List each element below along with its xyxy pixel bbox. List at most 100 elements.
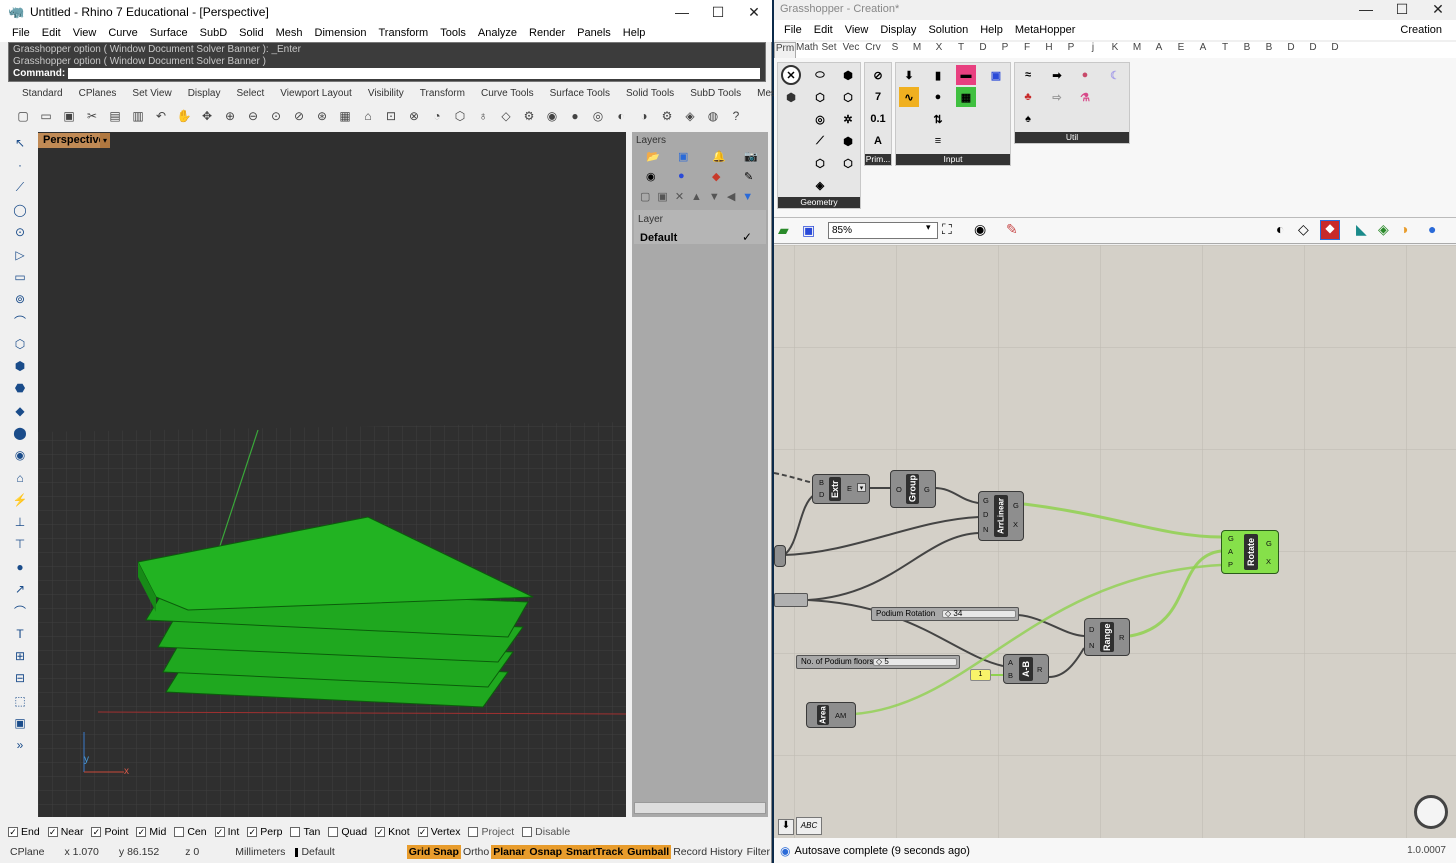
gh-menu-item-file[interactable]: File — [778, 24, 808, 36]
preview-eye-icon[interactable]: ◉ — [974, 221, 986, 238]
port-in-g[interactable]: G — [983, 496, 989, 505]
menu-item-help[interactable]: Help — [617, 27, 652, 39]
sphere-shaded-icon[interactable]: ● — [564, 106, 586, 126]
render-settings-icon[interactable]: ⚙ — [518, 106, 540, 126]
save-data-icon[interactable]: ▣ — [986, 65, 1006, 85]
left-more-icon[interactable]: » — [9, 734, 31, 756]
param-point-icon[interactable]: ✕ — [781, 65, 801, 85]
gh-menu-item-metahopper[interactable]: MetaHopper — [1009, 24, 1082, 36]
gh-tab-11[interactable]: F — [1016, 42, 1038, 58]
status-pane-planar[interactable]: Planar — [491, 845, 528, 859]
help-icon[interactable]: ? — [725, 106, 747, 126]
gh-menu-item-help[interactable]: Help — [974, 24, 1009, 36]
perspective-viewport[interactable]: y x — [38, 132, 626, 817]
toolbar-tab-subd-tools[interactable]: SubD Tools — [682, 88, 749, 102]
port-in-b[interactable]: B — [1008, 671, 1013, 680]
gh-tab-17[interactable]: A — [1148, 42, 1170, 58]
filter-icon[interactable]: ▼ — [742, 191, 760, 203]
port-in-n[interactable]: N — [1089, 641, 1094, 650]
gh-close-button[interactable]: ✕ — [1420, 1, 1456, 18]
left-polygon-icon[interactable]: ▷ — [9, 243, 31, 265]
panel-icon[interactable]: ⬇ — [899, 65, 919, 85]
save-file-icon[interactable]: ▣ — [802, 222, 815, 239]
menu-item-render[interactable]: Render — [523, 27, 571, 39]
port-in-n[interactable]: N — [983, 525, 988, 534]
port-in-d[interactable]: D — [1089, 625, 1094, 634]
sun-icon[interactable]: ◇ — [495, 106, 517, 126]
gh-tab-23[interactable]: D — [1280, 42, 1302, 58]
checkbox-near[interactable]: ✓ — [47, 827, 58, 837]
layer-current-check[interactable]: ✓ — [742, 230, 752, 244]
osnap-int[interactable]: ✓ Int — [214, 826, 239, 838]
param-geometry-icon[interactable]: ◈ — [810, 175, 830, 195]
slider-icon[interactable]: ⇅ — [928, 109, 948, 129]
four-view-icon[interactable]: ▦ — [334, 106, 356, 126]
checkbox-point[interactable]: ✓ — [91, 827, 102, 837]
param-line-icon[interactable]: ⟋ — [810, 131, 830, 151]
osnap-point[interactable]: ✓ Point — [91, 826, 128, 838]
group-node[interactable]: O Group G — [890, 470, 936, 508]
param-field-icon[interactable]: ✲ — [838, 109, 858, 129]
gh-menu-item-display[interactable]: Display — [874, 24, 922, 36]
tools-icon[interactable]: ⊗ — [403, 106, 425, 126]
left-curve-icon[interactable]: ⌒ — [9, 310, 31, 332]
copy-icon[interactable]: ▥ — [127, 106, 149, 126]
menu-item-mesh[interactable]: Mesh — [270, 27, 309, 39]
gh-tab-9[interactable]: D — [972, 42, 994, 58]
toolbar-tab-standard[interactable]: Standard — [14, 88, 71, 102]
value-list-icon[interactable]: ≡ — [928, 131, 948, 151]
left-surface-corners-icon[interactable]: ⬢ — [9, 355, 31, 377]
minimize-button[interactable]: — — [664, 4, 700, 20]
zoom-extents-icon[interactable]: ⊖ — [242, 106, 264, 126]
gh-tab-8[interactable]: T — [950, 42, 972, 58]
left-dimension-icon[interactable]: ⊥ — [9, 511, 31, 533]
param-brep-icon[interactable]: ⬢ — [781, 87, 801, 107]
param-plane-icon[interactable]: ⬢ — [838, 65, 858, 85]
gh-tab-1[interactable]: Math — [796, 42, 818, 58]
left-cylinder-icon[interactable]: ◉ — [9, 444, 31, 466]
status-pane-grid-snap[interactable]: Grid Snap — [406, 845, 461, 859]
gh-tab-16[interactable]: M — [1126, 42, 1148, 58]
rotate-view-icon[interactable]: ✥ — [196, 106, 218, 126]
left-select-icon[interactable]: ↖ — [9, 132, 31, 154]
param-group-icon[interactable]: ⬡ — [838, 153, 858, 173]
sphere-util-icon[interactable]: ● — [1075, 65, 1095, 85]
param-circle-icon[interactable]: ⬭ — [810, 65, 830, 85]
gh-menu-item-edit[interactable]: Edit — [808, 24, 839, 36]
osnap-disable[interactable]: Disable — [522, 826, 570, 838]
preview-shaded-icon[interactable]: ◆ — [1320, 220, 1340, 240]
left-transform-icon[interactable]: ↗ — [9, 578, 31, 600]
port-out-x[interactable]: X — [1013, 520, 1018, 529]
port-in-a[interactable]: A — [1228, 547, 1233, 556]
pan-icon[interactable]: ✋ — [173, 106, 195, 126]
sphere-xray-icon[interactable]: ◑ — [633, 106, 655, 126]
preview-mesh-icon[interactable]: ◈ — [1378, 221, 1389, 238]
gh-tab-5[interactable]: S — [884, 42, 906, 58]
layer-row-name[interactable]: Default — [640, 232, 677, 244]
gh-canvas[interactable]: B D Extr E ▾ O Group G G D N ArrLinear G… — [774, 245, 1456, 838]
podium-floors-slider[interactable]: No. of Podium floors ◇ 5 — [796, 655, 960, 669]
gh-maximize-button[interactable]: ☐ — [1384, 1, 1420, 18]
port-out-g[interactable]: G — [924, 485, 930, 494]
checkbox-quad[interactable] — [328, 827, 339, 837]
shaded-sphere-icon[interactable]: ● — [1428, 221, 1436, 237]
new-icon[interactable]: ▢ — [12, 106, 34, 126]
gh-tab-6[interactable]: M — [906, 42, 928, 58]
port-out-am[interactable]: AM — [835, 711, 846, 720]
status-pane-smarttrack[interactable]: SmartTrack — [564, 845, 626, 859]
menu-item-surface[interactable]: Surface — [144, 27, 194, 39]
options-icon[interactable]: ⚙ — [656, 106, 678, 126]
left-solid-tools-icon[interactable]: ⌂ — [9, 466, 31, 488]
status-pane-osnap[interactable]: Osnap — [527, 845, 564, 859]
zoom-extents-icon[interactable]: ⛶ — [942, 221, 952, 238]
menu-item-file[interactable]: File — [6, 27, 36, 39]
sphere-ghost-icon[interactable]: ◐ — [610, 106, 632, 126]
gh-tab-18[interactable]: E — [1170, 42, 1192, 58]
menu-item-solid[interactable]: Solid — [233, 27, 269, 39]
sphere-icon[interactable]: ● — [678, 170, 685, 182]
gh-tab-25[interactable]: D — [1324, 42, 1346, 58]
zoom-chevron-down-icon[interactable]: ▾ — [926, 222, 931, 233]
left-ellipse-icon[interactable]: ⊚ — [9, 288, 31, 310]
area-node[interactable]: Area AM — [806, 702, 856, 728]
range-node[interactable]: D N Range R — [1084, 618, 1130, 656]
